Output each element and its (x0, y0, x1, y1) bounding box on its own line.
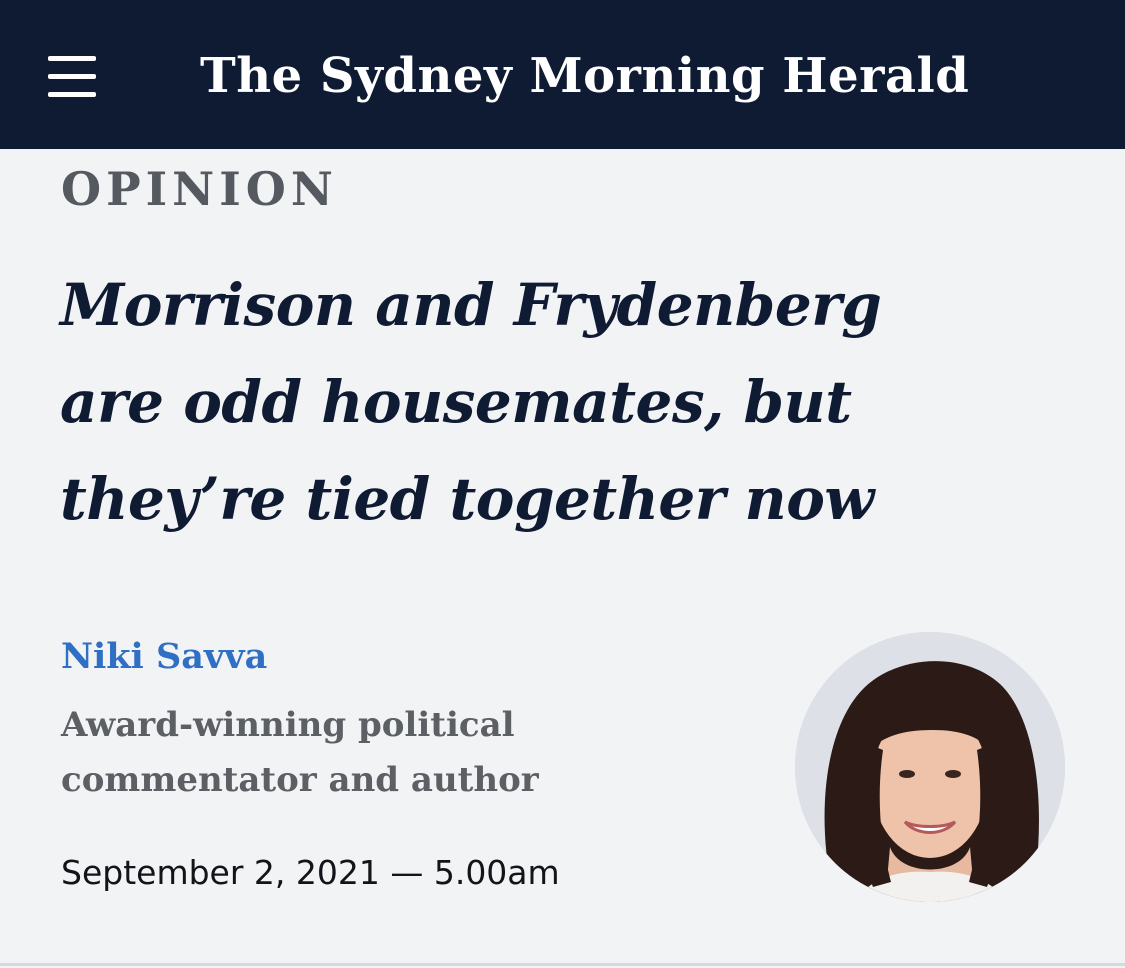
menu-bar (48, 56, 96, 61)
author-bio: Award-winning political commentator and … (61, 698, 621, 808)
headline-line: they’re tied together now (60, 465, 874, 533)
headline-line: are odd housemates, but (60, 368, 852, 436)
publish-timestamp: September 2, 2021 — 5.00am (61, 853, 560, 892)
author-portrait (795, 632, 1065, 902)
menu-bar (48, 92, 96, 97)
hamburger-menu-icon[interactable] (40, 48, 104, 108)
divider (0, 963, 1125, 966)
author-bio-line: commentator and author (61, 760, 539, 800)
menu-bar (48, 74, 96, 79)
author-bio-line: Award-winning political (61, 705, 515, 745)
section-label-opinion[interactable]: OPINION (61, 158, 338, 220)
site-masthead-logo[interactable]: The Sydney Morning Herald (200, 38, 969, 114)
author-avatar[interactable] (795, 632, 1065, 902)
headline-line: Morrison and Frydenberg (60, 271, 882, 339)
site-header: The Sydney Morning Herald (0, 0, 1125, 149)
article-headline: Morrison and Frydenberg are odd housemat… (60, 257, 1060, 548)
author-name-link[interactable]: Niki Savva (61, 630, 267, 684)
